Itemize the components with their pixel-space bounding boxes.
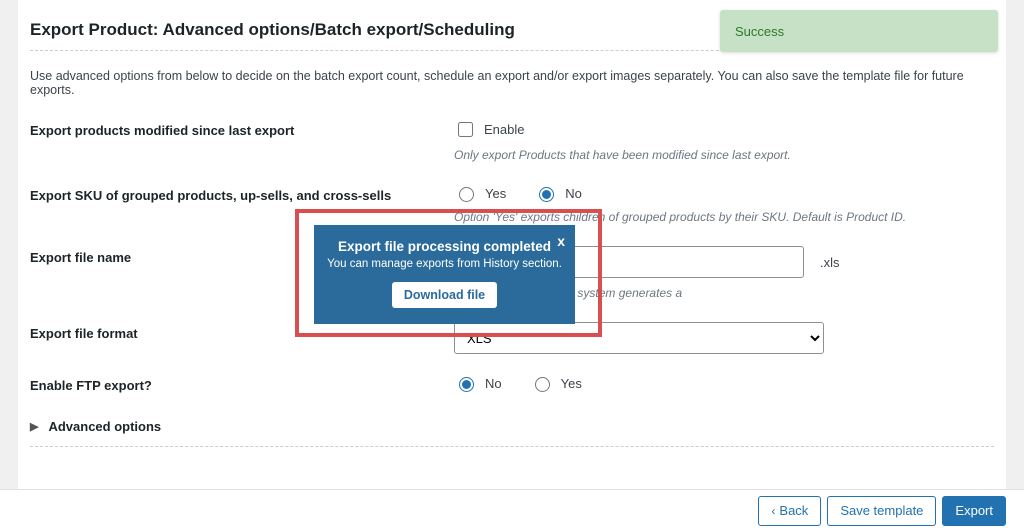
success-toast: Success	[720, 10, 998, 52]
file-format-label: Export file format	[30, 322, 454, 341]
export-complete-modal: x Export file processing completed You c…	[314, 225, 575, 324]
ftp-label: Enable FTP export?	[30, 374, 454, 393]
ftp-yes-label: Yes	[561, 376, 582, 391]
back-button[interactable]: ‹ Back	[758, 496, 821, 526]
modal-body: You can manage exports from History sect…	[324, 258, 565, 270]
ftp-no-label: No	[485, 376, 502, 391]
close-icon[interactable]: x	[557, 233, 565, 249]
footer-bar: ‹ Back Save template Export	[0, 489, 1024, 531]
chevron-left-icon: ‹	[771, 504, 775, 518]
back-button-label: Back	[779, 503, 808, 518]
sku-no-label: No	[565, 186, 582, 201]
since-last-hint: Only export Products that have been modi…	[454, 146, 994, 164]
sku-grouped-label: Export SKU of grouped products, up-sells…	[30, 184, 454, 203]
advanced-options-accordion[interactable]: ▶ Advanced options	[30, 413, 994, 447]
success-toast-label: Success	[735, 24, 784, 39]
ftp-no-radio[interactable]	[459, 377, 474, 392]
save-template-button[interactable]: Save template	[827, 496, 936, 526]
save-template-label: Save template	[840, 503, 923, 518]
download-file-button[interactable]: Download file	[392, 282, 497, 308]
modal-title: Export file processing completed	[324, 239, 565, 254]
sku-grouped-hint: Option 'Yes' exports children of grouped…	[454, 208, 994, 226]
advanced-options-label: Advanced options	[48, 419, 161, 434]
export-button[interactable]: Export	[942, 496, 1006, 526]
enable-since-last-checkbox[interactable]	[458, 122, 473, 137]
sku-yes-label: Yes	[485, 186, 506, 201]
file-ext-label: .xls	[812, 255, 840, 270]
since-last-label: Export products modified since last expo…	[30, 119, 454, 138]
intro-text: Use advanced options from below to decid…	[30, 69, 994, 97]
chevron-right-icon: ▶	[30, 420, 38, 433]
enable-since-last-label: Enable	[484, 122, 524, 137]
sku-no-radio[interactable]	[539, 187, 554, 202]
export-button-label: Export	[955, 503, 993, 518]
file-format-select[interactable]: XLS	[454, 322, 824, 354]
ftp-yes-radio[interactable]	[535, 377, 550, 392]
sku-yes-radio[interactable]	[459, 187, 474, 202]
